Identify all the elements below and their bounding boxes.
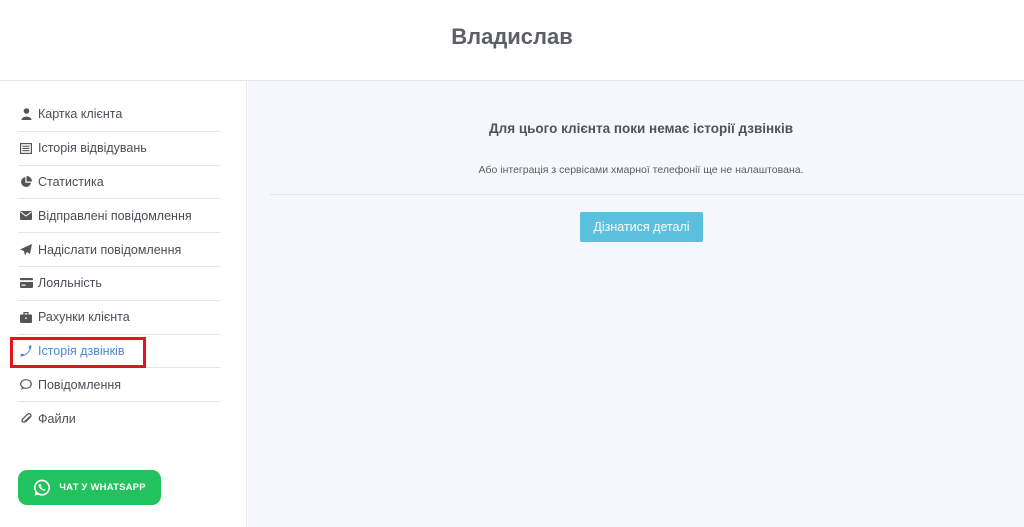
sidebar-item-label: Картка клієнта	[38, 107, 123, 122]
divider	[270, 194, 1024, 195]
phone-icon	[19, 344, 33, 358]
empty-state-title: Для цього клієнта поки немає історії дзв…	[489, 121, 793, 136]
sidebar-item-call-history[interactable]: Історія дзвінків	[18, 335, 220, 369]
sidebar-item-label: Файли	[38, 412, 76, 427]
whatsapp-button-label: ЧАТ У WHATSAPP	[59, 482, 146, 493]
whatsapp-chat-button[interactable]: ЧАТ У WHATSAPP	[18, 470, 161, 505]
whatsapp-icon	[33, 479, 51, 497]
briefcase-icon	[19, 310, 33, 324]
sidebar-item-label: Надіслати повідомлення	[38, 242, 182, 257]
sidebar-item-label: Статистика	[38, 174, 104, 189]
sidebar-item-label: Історія дзвінків	[38, 343, 125, 358]
sidebar-item-loyalty[interactable]: Лояльність	[18, 267, 220, 301]
page-header: Владислав	[0, 0, 1024, 81]
paperclip-icon	[19, 412, 33, 426]
envelope-icon	[19, 209, 33, 223]
page-title: Владислав	[451, 24, 573, 49]
sidebar-item-label: Рахунки клієнта	[38, 310, 130, 325]
main-content: Для цього клієнта поки немає історії дзв…	[248, 81, 1024, 527]
empty-state-subtitle: Або інтеграція з сервісами хмарної телеф…	[478, 164, 804, 176]
sidebar-item-label: Відправлені повідомлення	[38, 208, 192, 223]
sidebar: Картка клієнта Історія відвідувань Стати…	[0, 81, 247, 527]
credit-card-icon	[19, 276, 33, 290]
sidebar-item-label: Історія відвідувань	[38, 141, 147, 156]
paper-plane-icon	[19, 243, 33, 257]
sidebar-menu: Картка клієнта Історія відвідувань Стати…	[18, 98, 220, 436]
chat-bubble-icon	[19, 378, 33, 392]
sidebar-item-statistics[interactable]: Статистика	[18, 166, 220, 200]
sidebar-item-sent-messages[interactable]: Відправлені повідомлення	[18, 199, 220, 234]
sidebar-item-messages[interactable]: Повідомлення	[18, 368, 220, 403]
list-icon	[19, 141, 33, 155]
sidebar-item-visit-history[interactable]: Історія відвідувань	[18, 132, 220, 166]
pie-chart-icon	[19, 175, 33, 189]
sidebar-item-client-invoices[interactable]: Рахунки клієнта	[18, 301, 220, 335]
sidebar-item-label: Повідомлення	[38, 377, 122, 392]
sidebar-item-send-message[interactable]: Надіслати повідомлення	[18, 233, 220, 267]
sidebar-item-label: Лояльність	[38, 276, 102, 291]
sidebar-item-files[interactable]: Файли	[18, 402, 220, 436]
sidebar-item-client-card[interactable]: Картка клієнта	[18, 98, 220, 132]
user-icon	[19, 107, 33, 121]
learn-details-button[interactable]: Дізнатися деталі	[580, 212, 703, 242]
